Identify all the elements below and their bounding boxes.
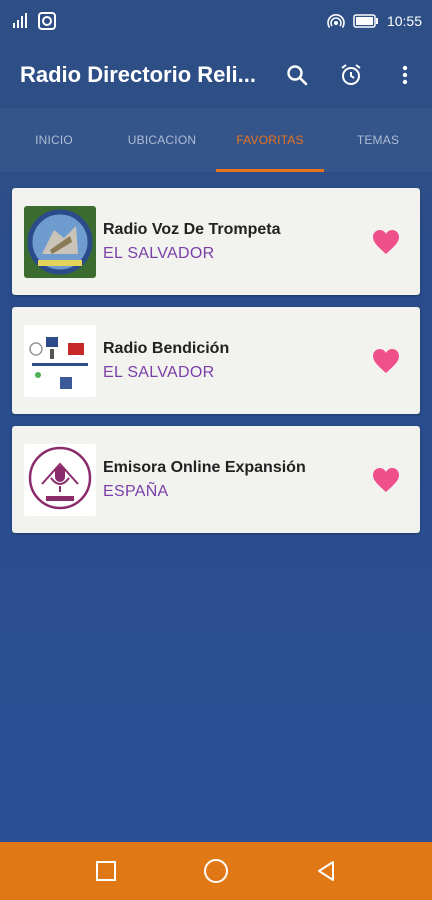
status-right: 10:55 — [327, 12, 422, 30]
station-name: Emisora Online Expansión — [103, 458, 306, 476]
station-country: EL SALVADOR — [103, 363, 215, 381]
station-logo — [24, 205, 96, 278]
tab-inicio[interactable]: INICIO — [0, 108, 108, 172]
heart-icon — [373, 229, 399, 254]
battery-icon — [353, 14, 379, 28]
home-button[interactable] — [201, 856, 231, 886]
tab-favoritas[interactable]: FAVORITAS — [216, 108, 324, 172]
list-item[interactable]: Radio Voz De Trompeta EL SALVADOR — [12, 188, 420, 295]
list-item[interactable]: Emisora Online Expansión ESPAÑA — [12, 426, 420, 533]
recents-button[interactable] — [91, 856, 121, 886]
station-logo — [24, 324, 96, 397]
list-item[interactable]: Radio Bendición EL SALVADOR — [12, 307, 420, 414]
search-icon — [287, 65, 308, 86]
signal-icon — [12, 12, 30, 30]
radio-app-icon — [38, 12, 56, 30]
card-text: Emisora Online Expansión ESPAÑA — [103, 459, 306, 501]
station-country: ESPAÑA — [103, 482, 169, 500]
tab-temas[interactable]: TEMAS — [324, 108, 432, 172]
station-name: Radio Voz De Trompeta — [103, 220, 281, 238]
favorite-button[interactable] — [372, 229, 400, 255]
station-logo — [24, 443, 96, 516]
more-vert-icon — [402, 65, 408, 85]
triangle-back-icon — [318, 861, 334, 881]
favorite-button[interactable] — [372, 348, 400, 374]
tab-ubicacion[interactable]: UBICACION — [108, 108, 216, 172]
back-button[interactable] — [311, 856, 341, 886]
favorites-list: Radio Voz De Trompeta EL SALVADOR Radio … — [12, 188, 420, 545]
status-bar: 10:55 — [0, 0, 432, 42]
search-button[interactable] — [280, 58, 314, 92]
circle-icon — [204, 859, 228, 883]
hotspot-icon — [327, 12, 345, 30]
square-icon — [96, 861, 116, 881]
alarm-icon — [341, 64, 361, 85]
heart-icon — [373, 467, 399, 492]
heart-icon — [373, 348, 399, 373]
status-time: 10:55 — [386, 13, 422, 29]
app-bar: Radio Directorio Reli... — [0, 42, 432, 108]
status-left — [12, 12, 56, 30]
station-country: EL SALVADOR — [103, 244, 215, 262]
favorite-button[interactable] — [372, 467, 400, 493]
tab-bar: INICIO UBICACION FAVORITAS TEMAS — [0, 108, 432, 172]
card-text: Radio Bendición EL SALVADOR — [103, 340, 229, 382]
app-actions — [280, 42, 422, 108]
station-name: Radio Bendición — [103, 339, 230, 357]
card-text: Radio Voz De Trompeta EL SALVADOR — [103, 221, 281, 263]
system-nav-bar — [0, 842, 432, 900]
app-title: Radio Directorio Reli... — [20, 62, 256, 87]
alarm-button[interactable] — [334, 58, 368, 92]
more-options-button[interactable] — [388, 58, 422, 92]
